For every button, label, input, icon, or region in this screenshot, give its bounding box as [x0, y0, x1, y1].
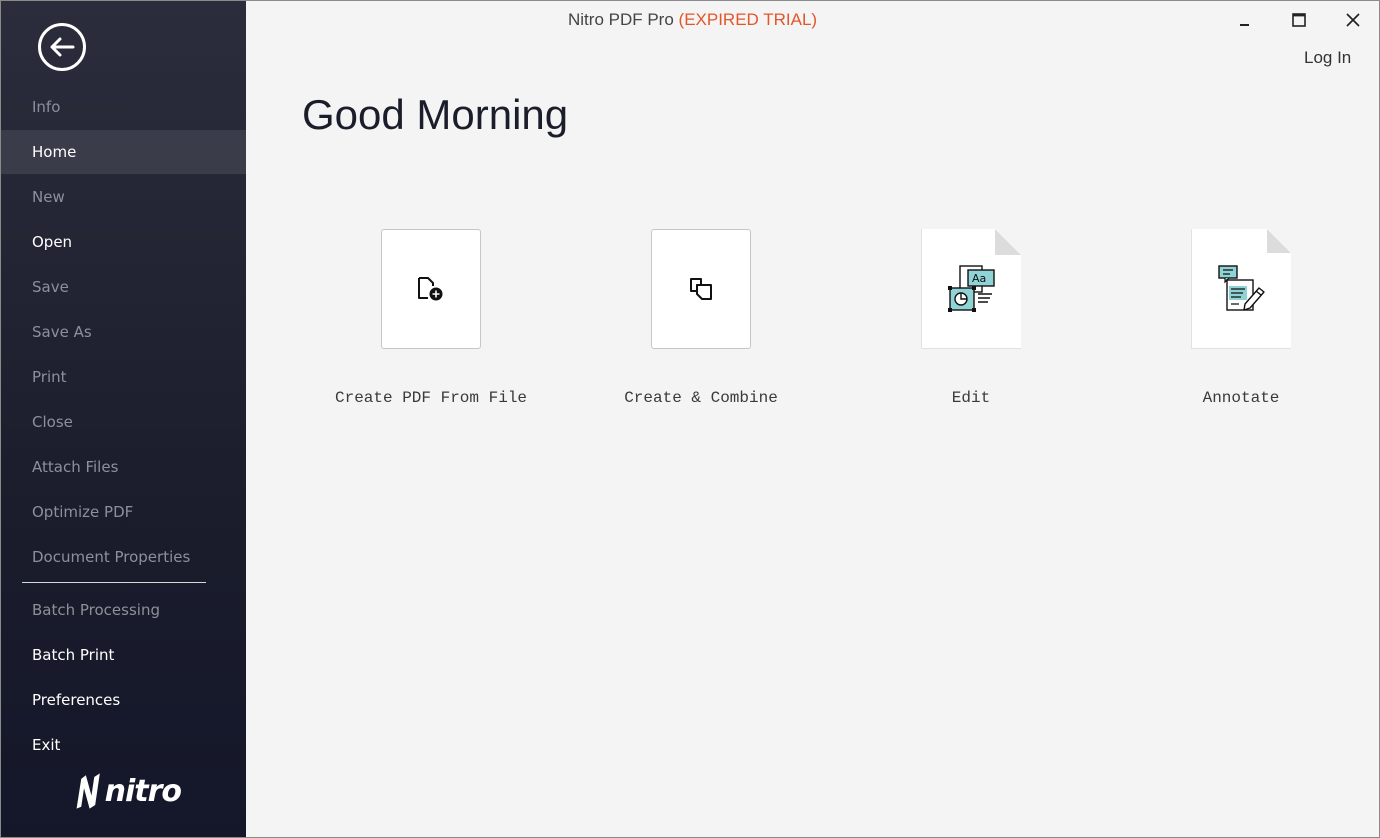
sidebar-item-new[interactable]: New: [1, 175, 246, 219]
file-add-icon: [418, 277, 443, 301]
svg-text:Aa: Aa: [972, 272, 986, 285]
window-title-app: Nitro PDF Pro: [568, 10, 674, 29]
sidebar-item-open[interactable]: Open: [1, 220, 246, 264]
close-icon: [1346, 13, 1360, 27]
sidebar-item-batch-print[interactable]: Batch Print: [1, 633, 246, 677]
annotate-card[interactable]: [1191, 229, 1291, 349]
edit-document-icon: Aa: [947, 264, 995, 312]
maximize-button[interactable]: [1285, 7, 1313, 33]
sidebar-item-home[interactable]: Home: [1, 130, 246, 174]
sidebar-item-info[interactable]: Info: [1, 85, 246, 129]
page-fold-icon: [1267, 229, 1291, 253]
greeting-heading: Good Morning: [302, 91, 569, 138]
page-fold-icon: [995, 229, 1021, 255]
edit-card[interactable]: Aa: [921, 229, 1021, 349]
sidebar-item-exit[interactable]: Exit: [1, 723, 246, 767]
create-and-combine-card[interactable]: [651, 229, 751, 349]
sidebar-item-batch-processing[interactable]: Batch Processing: [1, 588, 246, 632]
app-window: Info Home New Open Save Save As Print Cl…: [0, 0, 1380, 838]
login-link[interactable]: Log In: [1304, 48, 1351, 68]
create-pdf-from-file-label[interactable]: Create PDF From File: [311, 389, 551, 407]
create-pdf-from-file-card[interactable]: [381, 229, 481, 349]
sidebar-item-print[interactable]: Print: [1, 355, 246, 399]
sidebar-item-attach-files[interactable]: Attach Files: [1, 445, 246, 489]
backstage-sidebar: Info Home New Open Save Save As Print Cl…: [1, 1, 246, 837]
sidebar-item-save[interactable]: Save: [1, 265, 246, 309]
sidebar-divider: [22, 582, 206, 583]
annotate-document-icon: [1217, 264, 1265, 311]
sidebar-item-document-properties[interactable]: Document Properties: [1, 535, 246, 579]
back-button[interactable]: [38, 23, 86, 71]
window-title: Nitro PDF Pro (EXPIRED TRIAL): [568, 10, 817, 30]
nitro-logo-text: nitro: [104, 773, 182, 809]
sidebar-item-preferences[interactable]: Preferences: [1, 678, 246, 722]
edit-label[interactable]: Edit: [851, 389, 1091, 407]
annotate-label[interactable]: Annotate: [1121, 389, 1361, 407]
arrow-left-circle-icon: [50, 37, 75, 57]
trial-status: (EXPIRED TRIAL): [678, 10, 818, 29]
sidebar-item-optimize-pdf[interactable]: Optimize PDF: [1, 490, 246, 534]
nitro-logo: nitro: [71, 767, 182, 815]
close-window-button[interactable]: [1339, 7, 1367, 33]
maximize-icon: [1292, 13, 1306, 27]
minimize-icon: [1240, 24, 1249, 26]
combine-icon: [690, 278, 712, 300]
sidebar-item-close[interactable]: Close: [1, 400, 246, 444]
minimize-button[interactable]: [1230, 7, 1258, 33]
sidebar-item-save-as[interactable]: Save As: [1, 310, 246, 354]
nitro-logo-mark-icon: [76, 773, 100, 809]
create-and-combine-label[interactable]: Create & Combine: [581, 389, 821, 407]
